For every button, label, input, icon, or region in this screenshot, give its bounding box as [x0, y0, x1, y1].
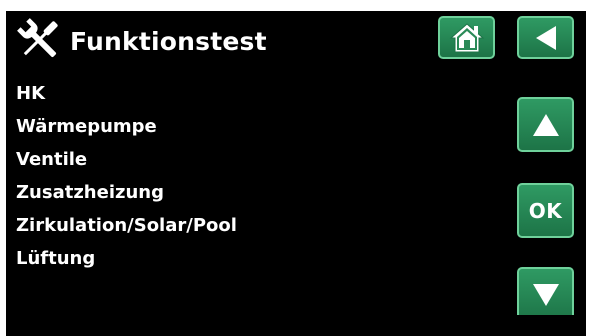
arrow-up-icon — [532, 113, 559, 136]
ok-button[interactable]: OK — [517, 183, 574, 238]
back-arrow-icon — [535, 25, 556, 50]
ok-label: OK — [528, 198, 563, 223]
scroll-up-button[interactable] — [517, 97, 574, 152]
tools-icon — [16, 17, 62, 63]
menu-item-zirkulation-solar-pool[interactable]: Zirkulation/Solar/Pool — [16, 209, 237, 242]
menu-item-hk[interactable]: HK — [16, 77, 237, 110]
menu-item-lueftung[interactable]: Lüftung — [16, 242, 237, 275]
function-test-menu: HK Wärmepumpe Ventile Zusatzheizung Zirk… — [16, 77, 237, 275]
scroll-down-button[interactable] — [517, 267, 574, 315]
arrow-down-icon — [532, 283, 559, 306]
back-button[interactable] — [517, 16, 574, 59]
menu-item-ventile[interactable]: Ventile — [16, 143, 237, 176]
page-title: Funktionstest — [70, 27, 267, 56]
home-button[interactable] — [438, 16, 495, 59]
menu-item-waermepumpe[interactable]: Wärmepumpe — [16, 110, 237, 143]
home-icon — [449, 22, 484, 52]
menu-item-zusatzheizung[interactable]: Zusatzheizung — [16, 176, 237, 209]
display-screen: Funktionstest HK Wärmepumpe Ventile Zusa… — [6, 11, 586, 315]
screen-bottom-bezel — [6, 315, 586, 336]
